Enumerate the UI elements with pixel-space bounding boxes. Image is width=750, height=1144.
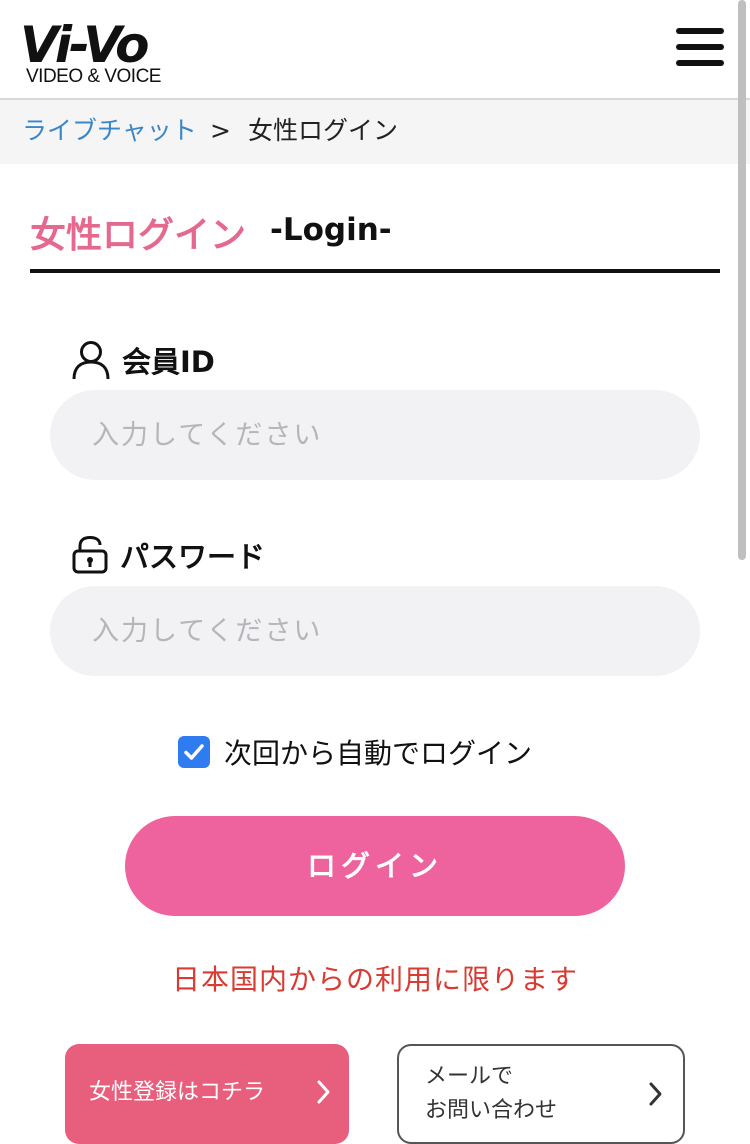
mail-contact-label: メールで お問い合わせ [425,1060,625,1128]
chevron-right-icon [649,1082,662,1106]
user-icon [72,341,110,380]
member-id-label: 会員ID [72,338,215,382]
auto-login-checkbox[interactable]: 次回から自動でログイン [178,730,532,774]
auto-login-label: 次回から自動でログイン [224,737,533,770]
member-id-label-text: 会員ID [122,345,215,379]
hamburger-menu-icon[interactable] [672,24,728,70]
domestic-only-notice: 日本国内からの利用に限ります [171,963,578,996]
password-label-text: パスワード [120,540,266,574]
password-label: パスワード [72,533,265,577]
breadcrumb-link-livechat[interactable]: ライブチャット [22,100,197,162]
site-header: Vi-Vo VIDEO & VOICE [0,0,750,100]
mail-contact-button[interactable]: メールで お問い合わせ [397,1044,685,1144]
female-register-label: 女性登録はコチラ [89,1080,266,1105]
password-input[interactable] [50,586,700,676]
login-button[interactable]: ログイン [125,816,625,916]
member-id-input[interactable] [50,390,700,480]
page-title: 女性ログイン [30,215,247,256]
mail-contact-line1: メールで [425,1064,514,1089]
logo-subtitle: VIDEO & VOICE [26,66,161,87]
female-register-button[interactable]: 女性登録はコチラ [65,1044,349,1144]
title-divider [30,269,720,273]
checkmark-icon [184,744,204,760]
lock-icon [72,536,108,574]
mail-contact-line2: お問い合わせ [425,1098,558,1123]
breadcrumb-current: 女性ログイン [248,116,399,145]
page-title-sub: -Login- [270,212,392,248]
chevron-right-icon [317,1080,330,1104]
page-scrollbar[interactable] [738,0,746,560]
breadcrumb-separator: > [210,116,231,145]
breadcrumb: ライブチャット > 女性ログイン [0,100,750,164]
checkbox-checked-icon[interactable] [178,736,210,768]
